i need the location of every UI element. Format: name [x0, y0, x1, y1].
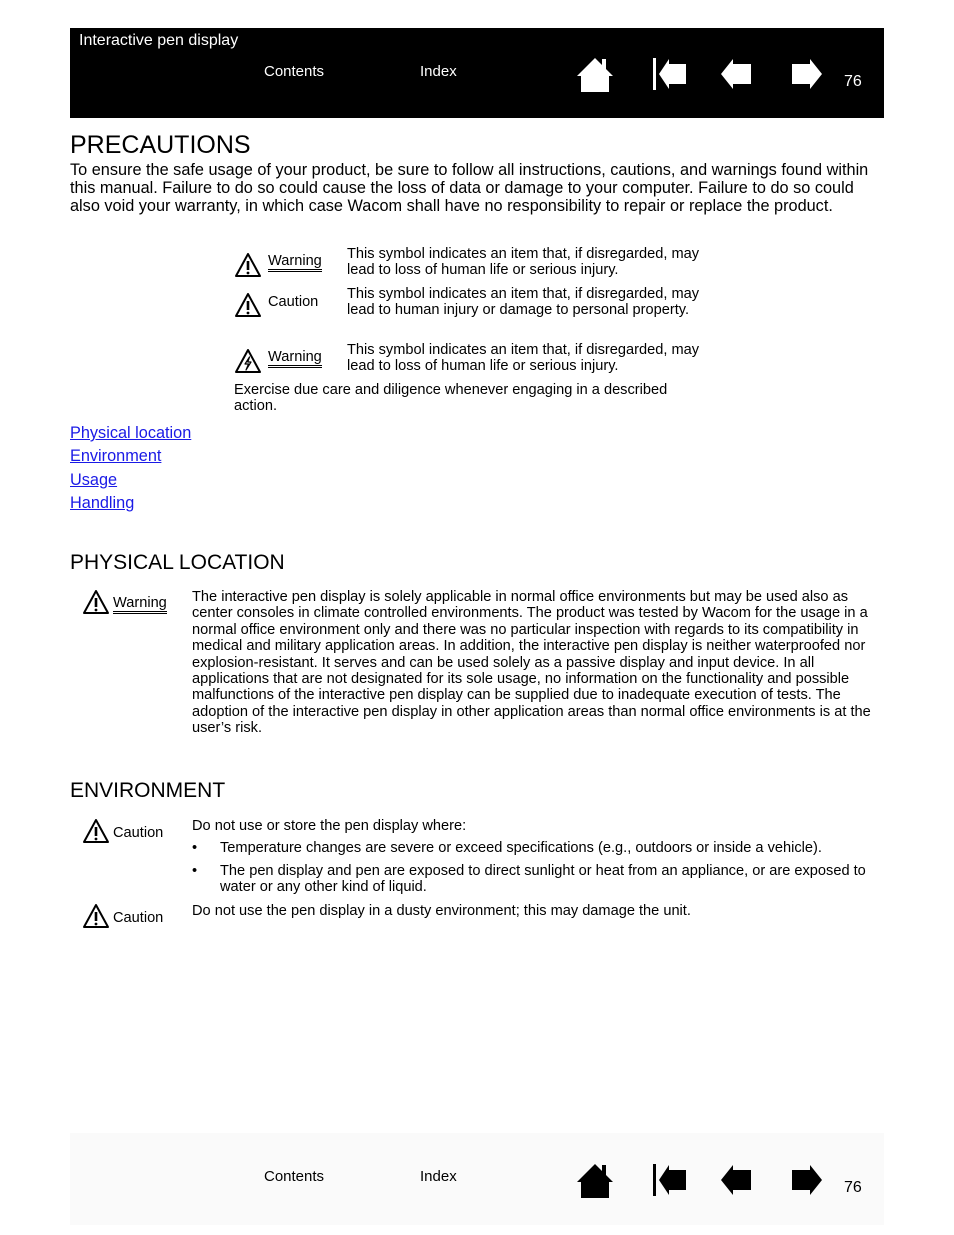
symbol-description: This symbol indicates an item that, if d…	[347, 286, 700, 319]
page-number: 76	[844, 73, 862, 90]
notice-label: Caution	[113, 910, 164, 926]
symbols-note: Exercise due care and diligence whenever…	[234, 382, 668, 415]
link-environment[interactable]: Environment	[70, 446, 191, 469]
next-page-icon[interactable]	[785, 54, 825, 94]
bullet-item: The pen display and pen are exposed to d…	[192, 863, 877, 896]
previous-page-icon[interactable]	[718, 1160, 758, 1200]
section-links: Physical location Environment Usage Hand…	[70, 423, 191, 517]
notice-text: Do not use the pen display in a dusty en…	[192, 903, 691, 919]
intro-paragraph: To ensure the safe usage of your product…	[70, 161, 869, 215]
caution-triangle-icon	[82, 818, 110, 844]
document-title: Interactive pen display	[79, 32, 239, 49]
contents-link[interactable]: Contents	[264, 1168, 324, 1185]
contents-link[interactable]: Contents	[264, 63, 324, 80]
page-header: Interactive pen display Contents Index 7…	[70, 28, 884, 118]
symbol-label: Caution	[268, 294, 319, 310]
notice-text: The interactive pen display is solely ap…	[192, 589, 871, 737]
first-page-icon[interactable]	[650, 54, 690, 94]
symbol-label: Warning	[268, 350, 322, 368]
notice-text: Do not use or store the pen display wher…	[192, 818, 467, 834]
page-footer: Contents Index 76	[70, 1133, 884, 1225]
symbol-description: This symbol indicates an item that, if d…	[347, 342, 700, 375]
warning-triangle-icon	[82, 589, 110, 615]
link-physical-location[interactable]: Physical location	[70, 423, 191, 446]
notice-label: Warning	[113, 596, 167, 614]
previous-page-icon[interactable]	[718, 54, 758, 94]
home-icon[interactable]	[575, 54, 615, 94]
page-title: PRECAUTIONS	[70, 131, 251, 159]
section-heading-physical-location: PHYSICAL LOCATION	[70, 551, 285, 574]
link-usage[interactable]: Usage	[70, 470, 191, 493]
warning-triangle-icon	[234, 252, 262, 278]
home-icon[interactable]	[575, 1160, 615, 1200]
link-handling[interactable]: Handling	[70, 493, 191, 516]
section-heading-environment: ENVIRONMENT	[70, 779, 226, 802]
symbol-label: Warning	[268, 254, 322, 272]
bullet-list: Temperature changes are severe or exceed…	[192, 840, 877, 895]
notice-label: Caution	[113, 825, 164, 841]
bullet-item: Temperature changes are severe or exceed…	[192, 840, 877, 857]
next-page-icon[interactable]	[785, 1160, 825, 1200]
first-page-icon[interactable]	[650, 1160, 690, 1200]
symbol-description: This symbol indicates an item that, if d…	[347, 246, 700, 279]
caution-triangle-icon	[234, 292, 262, 318]
index-link[interactable]: Index	[420, 63, 457, 80]
page-number: 76	[844, 1179, 862, 1196]
electric-shock-warning-icon	[234, 348, 262, 374]
caution-triangle-icon	[82, 903, 110, 929]
index-link[interactable]: Index	[420, 1168, 457, 1185]
